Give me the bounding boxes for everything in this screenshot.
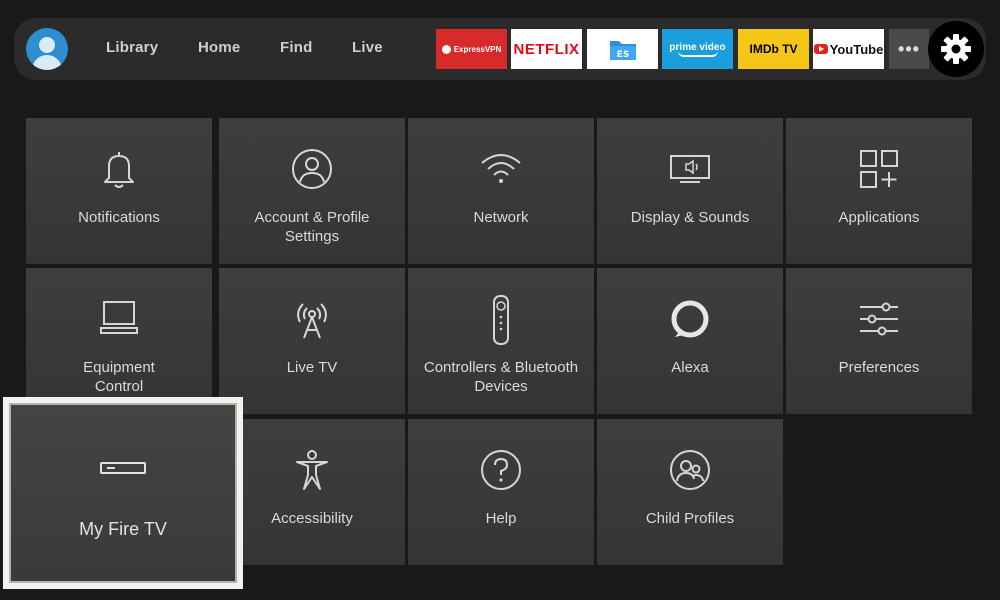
antenna-icon-wrap	[219, 298, 405, 340]
fire-tv-device-icon	[100, 462, 146, 474]
tile-label-line1: Account & Profile	[254, 209, 370, 226]
accessibility-icon-wrap	[219, 449, 405, 491]
tile-label-line2: Control	[94, 378, 144, 395]
tile-preferences[interactable]: Preferences	[786, 268, 972, 414]
bell-icon	[104, 152, 134, 188]
tile-label: Accessibility	[271, 510, 353, 527]
monitor-icon-wrap	[26, 298, 212, 340]
tile-applications[interactable]: Applications	[786, 118, 972, 264]
remote-icon	[493, 295, 509, 345]
tile-my-fire-tv[interactable]: My Fire TV	[3, 397, 243, 589]
bell-icon-wrap	[26, 148, 212, 190]
apps-grid-icon-wrap	[786, 148, 972, 190]
tile-child-profiles[interactable]: Child Profiles	[597, 419, 783, 565]
tile-label-line2: Devices	[474, 378, 528, 395]
tile-label: Alexa	[671, 359, 709, 376]
child-profiles-icon	[670, 450, 710, 490]
apps-grid-icon	[860, 150, 898, 188]
user-circle-icon	[292, 149, 332, 189]
tile-label-line1: Equipment	[83, 359, 155, 376]
tile-label-line1: Controllers & Bluetooth	[423, 359, 579, 376]
wifi-icon-wrap	[408, 148, 594, 190]
sliders-icon	[860, 302, 898, 336]
tile-label: Preferences	[838, 359, 920, 376]
tile-label: Account & Profile Settings	[223, 208, 401, 246]
tile-accessibility[interactable]: Accessibility	[219, 419, 405, 565]
tile-label: Child Profiles	[645, 510, 735, 527]
tile-label: Display & Sounds	[630, 209, 750, 226]
accessibility-icon	[296, 450, 328, 490]
tv-sound-icon	[670, 155, 710, 183]
alexa-icon	[671, 300, 709, 338]
sliders-icon-wrap	[786, 298, 972, 340]
help-icon	[481, 450, 521, 490]
tile-label: Help	[485, 510, 517, 527]
wifi-icon	[481, 154, 521, 183]
tile-label: Controllers & Bluetooth Devices	[412, 358, 590, 396]
help-icon-wrap	[408, 449, 594, 491]
tile-label-line2: Settings	[284, 228, 340, 245]
tile-network[interactable]: Network	[408, 118, 594, 264]
tile-controllers-bluetooth-devices[interactable]: Controllers & Bluetooth Devices	[408, 268, 594, 414]
settings-grid: Notifications Account & Profile Settings…	[0, 0, 1000, 600]
tile-my-fire-tv-inner: My Fire TV	[9, 403, 237, 583]
antenna-icon	[297, 303, 327, 339]
monitor-icon	[100, 301, 138, 334]
remote-icon-wrap	[408, 294, 594, 346]
tile-alexa[interactable]: Alexa	[597, 268, 783, 414]
tile-equipment-control[interactable]: Equipment Control	[26, 268, 212, 414]
tv-sound-icon-wrap	[597, 148, 783, 190]
tile-live-tv[interactable]: Live TV	[219, 268, 405, 414]
tile-label: Applications	[838, 209, 920, 226]
child-profiles-icon-wrap	[597, 449, 783, 491]
tile-notifications[interactable]: Notifications	[26, 118, 212, 264]
tile-label: Equipment Control	[30, 358, 208, 396]
tile-account-profile-settings[interactable]: Account & Profile Settings	[219, 118, 405, 264]
tile-label: Live TV	[286, 359, 338, 376]
fire-tv-device-icon-wrap	[11, 460, 235, 476]
user-circle-icon-wrap	[219, 148, 405, 190]
tile-help[interactable]: Help	[408, 419, 594, 565]
tile-label: My Fire TV	[79, 519, 167, 539]
tile-display-sounds[interactable]: Display & Sounds	[597, 118, 783, 264]
alexa-icon-wrap	[597, 298, 783, 340]
tile-label: Network	[473, 209, 529, 226]
tile-label: Notifications	[78, 209, 160, 226]
